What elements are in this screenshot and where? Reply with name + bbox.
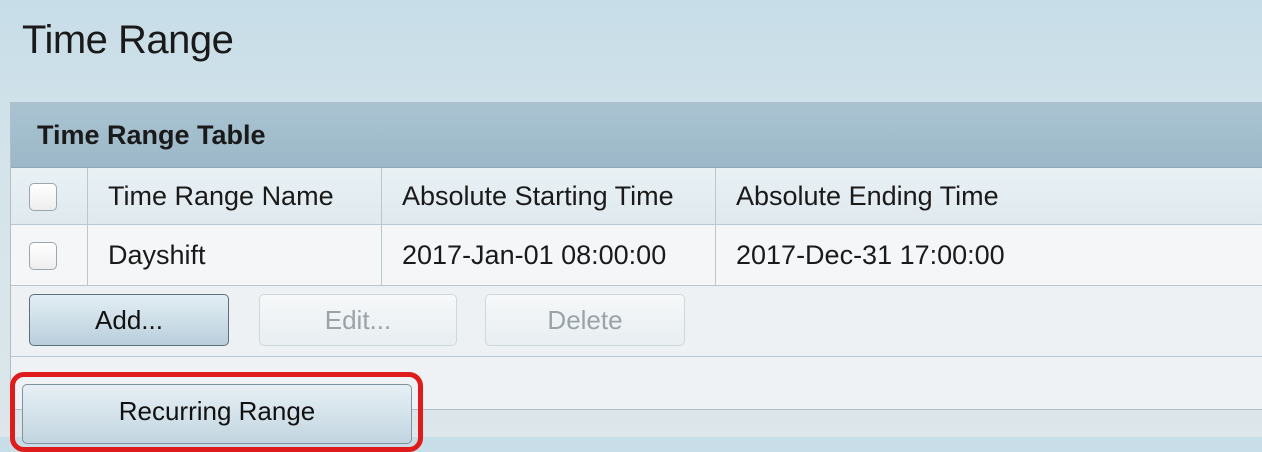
column-header-name[interactable]: Time Range Name — [88, 168, 382, 225]
page-title: Time Range — [22, 18, 233, 63]
time-range-grid: Time Range Name Absolute Starting Time A… — [11, 168, 1262, 286]
table-header-row: Time Range Name Absolute Starting Time A… — [11, 168, 1262, 225]
delete-button[interactable]: Delete — [485, 294, 685, 346]
column-header-end[interactable]: Absolute Ending Time — [716, 168, 1262, 225]
table-row[interactable]: Dayshift 2017-Jan-01 08:00:00 2017-Dec-3… — [11, 225, 1262, 286]
add-button[interactable]: Add... — [29, 294, 229, 346]
highlight-box — [10, 372, 423, 452]
table-caption: Time Range Table — [11, 103, 1262, 168]
select-all-checkbox[interactable] — [29, 183, 57, 211]
edit-button[interactable]: Edit... — [259, 294, 457, 346]
row-checkbox[interactable] — [29, 242, 57, 270]
header-select-cell — [11, 168, 88, 225]
row-select-cell — [11, 225, 88, 286]
time-range-table: Time Range Table Time Range Name Absolut… — [10, 102, 1262, 410]
table-button-row: Add... Edit... Delete — [11, 286, 1262, 357]
cell-end: 2017-Dec-31 17:00:00 — [716, 225, 1262, 286]
column-header-start[interactable]: Absolute Starting Time — [382, 168, 716, 225]
cell-name: Dayshift — [88, 225, 382, 286]
cell-start: 2017-Jan-01 08:00:00 — [382, 225, 716, 286]
